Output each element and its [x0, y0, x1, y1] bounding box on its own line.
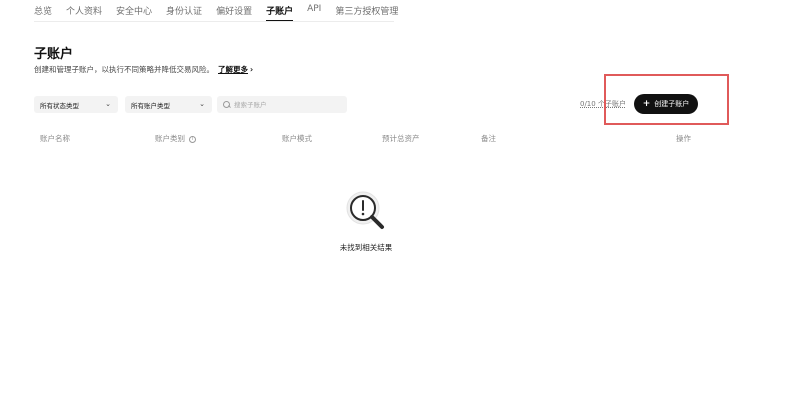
- column-header-account-type: 账户类别 i: [155, 133, 196, 144]
- magnifier-exclamation-icon: [346, 191, 384, 229]
- description-text: 创建和管理子账户，以执行不同策略并降低交易风险。: [34, 65, 214, 74]
- empty-state-text: 未找到相关结果: [339, 243, 393, 252]
- nav-divider: [34, 21, 394, 22]
- chevron-down-icon: ⌄: [105, 100, 111, 108]
- chevron-down-icon: ⌄: [199, 100, 205, 108]
- column-header-account-mode: 账户模式: [282, 134, 312, 143]
- search-icon: [223, 101, 230, 108]
- tab-overview[interactable]: 总览: [34, 0, 52, 22]
- tab-security[interactable]: 安全中心: [116, 0, 152, 22]
- column-header-actions: 操作: [676, 134, 691, 143]
- column-header-estimated-assets: 预计总资产: [382, 134, 420, 143]
- tab-preferences[interactable]: 偏好设置: [216, 0, 252, 22]
- status-type-select[interactable]: 所有状态类型 ⌄: [34, 96, 118, 113]
- tab-verification[interactable]: 身份认证: [166, 0, 202, 22]
- chevron-right-icon: ›: [250, 65, 254, 74]
- info-icon[interactable]: i: [189, 135, 196, 143]
- account-type-value: 所有账户类型: [131, 101, 170, 110]
- account-nav-tabs: 总览 个人资料 安全中心 身份认证 偏好设置 子账户 API 第三方授权管理: [34, 0, 412, 22]
- search-input[interactable]: [234, 100, 334, 109]
- column-header-account-name: 账户名称: [40, 134, 70, 143]
- subaccount-page: 总览 个人资料 安全中心 身份认证 偏好设置 子账户 API 第三方授权管理 子…: [0, 0, 800, 417]
- column-header-account-type-label: 账户类别: [155, 134, 185, 143]
- account-type-select[interactable]: 所有账户类型 ⌄: [125, 96, 212, 113]
- tab-api[interactable]: API: [307, 0, 321, 22]
- page-description: 创建和管理子账户，以执行不同策略并降低交易风险。 了解更多 ›: [34, 64, 253, 75]
- column-header-remarks: 备注: [481, 134, 496, 143]
- highlight-annotation-box: [604, 74, 729, 125]
- status-type-value: 所有状态类型: [40, 101, 79, 110]
- search-box[interactable]: [217, 96, 347, 113]
- page-title: 子账户: [34, 47, 74, 62]
- learn-more-link[interactable]: 了解更多: [218, 65, 248, 74]
- tab-profile[interactable]: 个人资料: [66, 0, 102, 22]
- tab-subaccounts[interactable]: 子账户: [266, 0, 294, 22]
- tab-third-party-auth[interactable]: 第三方授权管理: [335, 0, 398, 22]
